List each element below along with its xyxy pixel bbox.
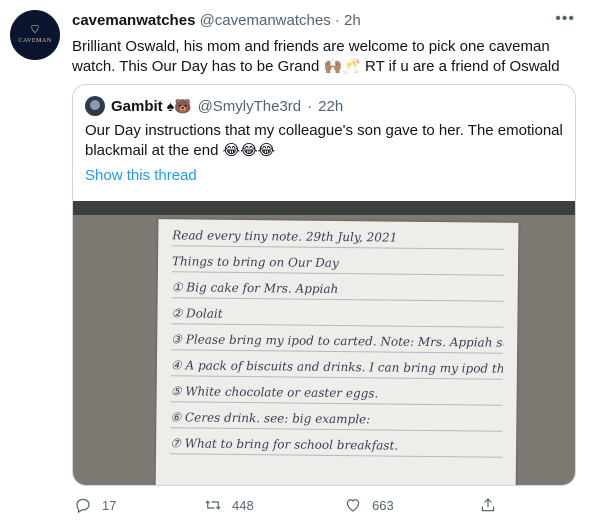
share-button[interactable] xyxy=(479,496,497,514)
dot-separator: · xyxy=(307,97,313,115)
show-thread-link[interactable]: Show this thread xyxy=(85,167,197,184)
note-line: ① Big cake for Mrs. Appiah xyxy=(171,273,504,302)
note-line: ③ Please bring my ipod to carted. Note: … xyxy=(171,325,504,354)
avatar-brand-text: CAVEMAN xyxy=(18,38,52,44)
quoted-time: 22h xyxy=(318,97,344,115)
shield-icon: ⛉ xyxy=(31,25,39,36)
tweet-time[interactable]: 2h xyxy=(344,12,361,29)
tweet-text: Brilliant Oswald, his mom and friends ar… xyxy=(72,38,560,75)
more-dots-icon[interactable]: ••• xyxy=(555,10,575,28)
dot-separator: · xyxy=(334,12,340,29)
retweet-button[interactable]: 448 xyxy=(204,496,254,514)
reply-button[interactable]: 17 xyxy=(74,496,116,514)
note-line: ② Dolait xyxy=(171,299,504,328)
note-line: ⑦ What to bring for school breakfast. xyxy=(170,429,503,458)
note-line: ④ A pack of biscuits and drinks. I can b… xyxy=(170,351,504,380)
note-line: Read every tiny note. 29th July, 2021 xyxy=(172,221,505,250)
display-name[interactable]: cavemanwatches xyxy=(72,12,195,29)
tweet-header: cavemanwatches @cavemanwatches · 2h xyxy=(72,12,361,29)
quoted-tweet[interactable]: Gambit ♠🐻 @SmylyThe3rd · 22h Our Day ins… xyxy=(72,84,576,486)
quoted-avatar xyxy=(85,96,105,116)
note-line: ⑥ Ceres drink. see: big example: xyxy=(170,403,503,432)
like-button[interactable]: 663 xyxy=(344,496,394,514)
quoted-header: Gambit ♠🐻 @SmylyThe3rd · 22h xyxy=(85,96,343,116)
user-handle[interactable]: @cavemanwatches xyxy=(200,12,331,29)
tweet-actions: 17 448 663 xyxy=(74,496,504,520)
like-count: 663 xyxy=(372,497,394,513)
share-icon xyxy=(481,498,495,512)
reply-icon xyxy=(76,498,90,514)
note-line: Things to bring on Our Day xyxy=(171,247,505,276)
quoted-text: Our Day instructions that my colleague's… xyxy=(85,122,563,159)
note-line: ⑤ White chocolate or easter eggs. xyxy=(170,377,503,406)
reply-count: 17 xyxy=(102,497,117,513)
quoted-photo[interactable]: Read every tiny note. 29th July, 2021 Th… xyxy=(73,201,575,485)
handwritten-note: Read every tiny note. 29th July, 2021 Th… xyxy=(155,219,519,485)
retweet-icon xyxy=(205,500,221,510)
heart-icon xyxy=(346,499,360,512)
quoted-handle: @SmylyThe3rd xyxy=(197,97,302,115)
quoted-display-name: Gambit xyxy=(111,97,163,115)
retweet-count: 448 xyxy=(232,497,254,513)
quoted-name-emojis: ♠🐻 xyxy=(166,97,192,114)
avatar[interactable]: ⛉ CAVEMAN xyxy=(10,10,60,60)
laptop-edge xyxy=(73,201,575,215)
